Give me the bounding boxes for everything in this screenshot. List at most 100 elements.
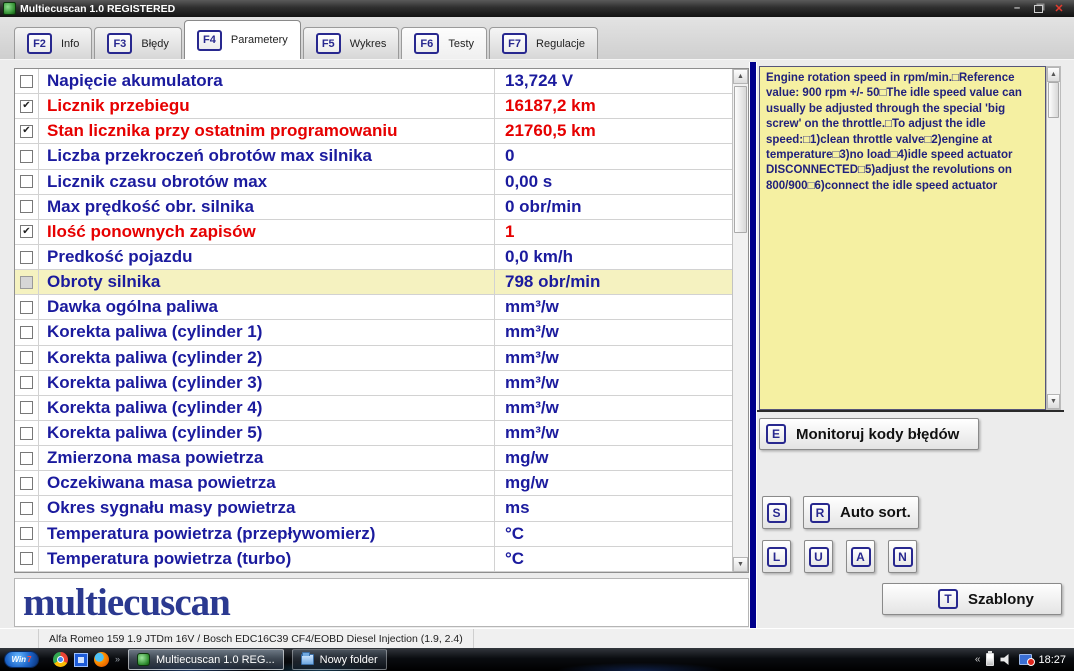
- param-label: Korekta paliwa (cylinder 3): [38, 371, 494, 395]
- status-bar: Alfa Romeo 159 1.9 JTDm 16V / Bosch EDC1…: [0, 628, 1074, 649]
- row-checkbox[interactable]: [20, 376, 33, 389]
- scroll-thumb[interactable]: [1048, 82, 1059, 118]
- param-value: mm³/w: [494, 295, 732, 319]
- table-row[interactable]: Okres sygnału masy powietrzams: [15, 496, 732, 521]
- n-button[interactable]: N: [888, 540, 917, 573]
- row-checkbox[interactable]: [20, 401, 33, 414]
- param-label: Temperatura powietrza (turbo): [38, 547, 494, 571]
- row-checkbox[interactable]: ✔: [20, 125, 33, 138]
- table-row[interactable]: Temperatura powietrza (przepływomierz)°C: [15, 522, 732, 547]
- scroll-up-icon[interactable]: ▲: [733, 69, 748, 84]
- param-label: Korekta paliwa (cylinder 5): [38, 421, 494, 445]
- table-row[interactable]: Liczba przekroczeń obrotów max silnika0: [15, 144, 732, 169]
- row-checkbox[interactable]: [20, 527, 33, 540]
- templates-button[interactable]: T Szablony: [882, 583, 1062, 615]
- auto-sort-button[interactable]: R Auto sort.: [803, 496, 919, 529]
- taskbar-button-nowy-folder[interactable]: Nowy folder: [292, 649, 387, 670]
- row-checkbox[interactable]: [20, 150, 33, 163]
- tab-wykres[interactable]: F5 Wykres: [303, 27, 400, 59]
- tab-parametery[interactable]: F4 Parametery: [184, 20, 301, 59]
- title-bar: Multiecuscan 1.0 REGISTERED – ✕: [0, 0, 1074, 17]
- param-label: Temperatura powietrza (przepływomierz): [38, 522, 494, 546]
- scroll-up-icon[interactable]: ▲: [1047, 67, 1060, 82]
- row-checkbox[interactable]: ✔: [20, 100, 33, 113]
- table-row[interactable]: Obroty silnika798 obr/min: [15, 270, 732, 295]
- fkey-badge: F2: [27, 33, 52, 54]
- param-value: mm³/w: [494, 396, 732, 420]
- restore-button[interactable]: [1031, 3, 1045, 14]
- param-value: °C: [494, 547, 732, 571]
- row-checkbox[interactable]: [20, 427, 33, 440]
- table-row[interactable]: Oczekiwana masa powietrzamg/w: [15, 471, 732, 496]
- window-title: Multiecuscan 1.0 REGISTERED: [20, 3, 175, 15]
- table-row[interactable]: Predkość pojazdu0,0 km/h: [15, 245, 732, 270]
- app-shortcut-icon[interactable]: [74, 653, 88, 667]
- table-row[interactable]: ✔Stan licznika przy ostatnim programowan…: [15, 119, 732, 144]
- row-checkbox[interactable]: ✔: [20, 225, 33, 238]
- param-value: °C: [494, 522, 732, 546]
- scroll-thumb[interactable]: [734, 86, 747, 233]
- table-row[interactable]: Korekta paliwa (cylinder 5)mm³/w: [15, 421, 732, 446]
- row-checkbox[interactable]: [20, 552, 33, 565]
- u-button[interactable]: U: [804, 540, 833, 573]
- row-checkbox[interactable]: [20, 276, 33, 289]
- a-button[interactable]: A: [846, 540, 875, 573]
- s-button[interactable]: S: [762, 496, 791, 529]
- param-value: 0,00 s: [494, 170, 732, 194]
- tab-info[interactable]: F2 Info: [14, 27, 92, 59]
- row-checkbox[interactable]: [20, 326, 33, 339]
- table-row[interactable]: ✔Licznik przebiegu16187,2 km: [15, 94, 732, 119]
- table-row[interactable]: Temperatura powietrza (turbo)°C: [15, 547, 732, 572]
- table-row[interactable]: Korekta paliwa (cylinder 3)mm³/w: [15, 371, 732, 396]
- scroll-down-icon[interactable]: ▼: [733, 557, 748, 572]
- tab-bar: F2 Info F3 Błędy F4 Parametery F5 Wykres…: [0, 17, 1074, 60]
- table-row[interactable]: Max prędkość obr. silnika0 obr/min: [15, 195, 732, 220]
- l-button[interactable]: L: [762, 540, 791, 573]
- param-label: Obroty silnika: [38, 270, 494, 294]
- splitter[interactable]: [749, 62, 757, 628]
- chrome-icon[interactable]: [53, 652, 68, 667]
- tab-testy[interactable]: F6 Testy: [401, 27, 487, 59]
- table-row[interactable]: Napięcie akumulatora13,724 V: [15, 69, 732, 94]
- parameter-description-panel: Engine rotation speed in rpm/min.□Refere…: [759, 66, 1046, 410]
- param-label: Liczba przekroczeń obrotów max silnika: [38, 144, 494, 168]
- table-scrollbar[interactable]: ▲ ▼: [732, 69, 748, 572]
- tray-chevron-icon[interactable]: «: [975, 654, 981, 665]
- scroll-down-icon[interactable]: ▼: [1047, 394, 1060, 409]
- row-checkbox[interactable]: [20, 452, 33, 465]
- monitor-error-codes-button[interactable]: E Monitoruj kody błędów: [759, 418, 979, 450]
- close-button[interactable]: ✕: [1052, 3, 1066, 14]
- param-value: mg/w: [494, 446, 732, 470]
- table-row[interactable]: Licznik czasu obrotów max0,00 s: [15, 170, 732, 195]
- row-checkbox[interactable]: [20, 502, 33, 515]
- start-button[interactable]: Win 7: [4, 651, 39, 668]
- row-checkbox[interactable]: [20, 351, 33, 364]
- clock: 18:27: [1038, 654, 1066, 666]
- table-row[interactable]: Korekta paliwa (cylinder 4)mm³/w: [15, 396, 732, 421]
- row-checkbox[interactable]: [20, 301, 33, 314]
- firefox-icon[interactable]: [94, 652, 109, 667]
- network-disconnected-icon[interactable]: [1019, 654, 1032, 665]
- minimize-button[interactable]: –: [1010, 3, 1024, 14]
- taskbar-button-multiecuscan[interactable]: Multiecuscan 1.0 REG...: [128, 649, 284, 670]
- tab-label: Parametery: [231, 34, 288, 46]
- row-checkbox[interactable]: [20, 200, 33, 213]
- panel-separator: [757, 410, 1064, 412]
- speaker-icon[interactable]: [1000, 654, 1013, 665]
- row-checkbox[interactable]: [20, 251, 33, 264]
- param-value: 798 obr/min: [494, 270, 732, 294]
- overflow-chevron-icon[interactable]: »: [115, 655, 120, 664]
- l-key-icon: L: [767, 547, 787, 567]
- row-checkbox[interactable]: [20, 477, 33, 490]
- table-row[interactable]: Dawka ogólna paliwamm³/w: [15, 295, 732, 320]
- tab-bledy[interactable]: F3 Błędy: [94, 27, 182, 59]
- row-checkbox[interactable]: [20, 175, 33, 188]
- table-row[interactable]: Korekta paliwa (cylinder 2)mm³/w: [15, 346, 732, 371]
- tab-regulacje[interactable]: F7 Regulacje: [489, 27, 598, 59]
- info-panel-scrollbar[interactable]: ▲ ▼: [1046, 66, 1061, 410]
- table-row[interactable]: Zmierzona masa powietrzamg/w: [15, 446, 732, 471]
- table-row[interactable]: ✔Ilość ponownych zapisów1: [15, 220, 732, 245]
- row-checkbox[interactable]: [20, 75, 33, 88]
- battery-icon[interactable]: [986, 653, 994, 666]
- table-row[interactable]: Korekta paliwa (cylinder 1)mm³/w: [15, 320, 732, 345]
